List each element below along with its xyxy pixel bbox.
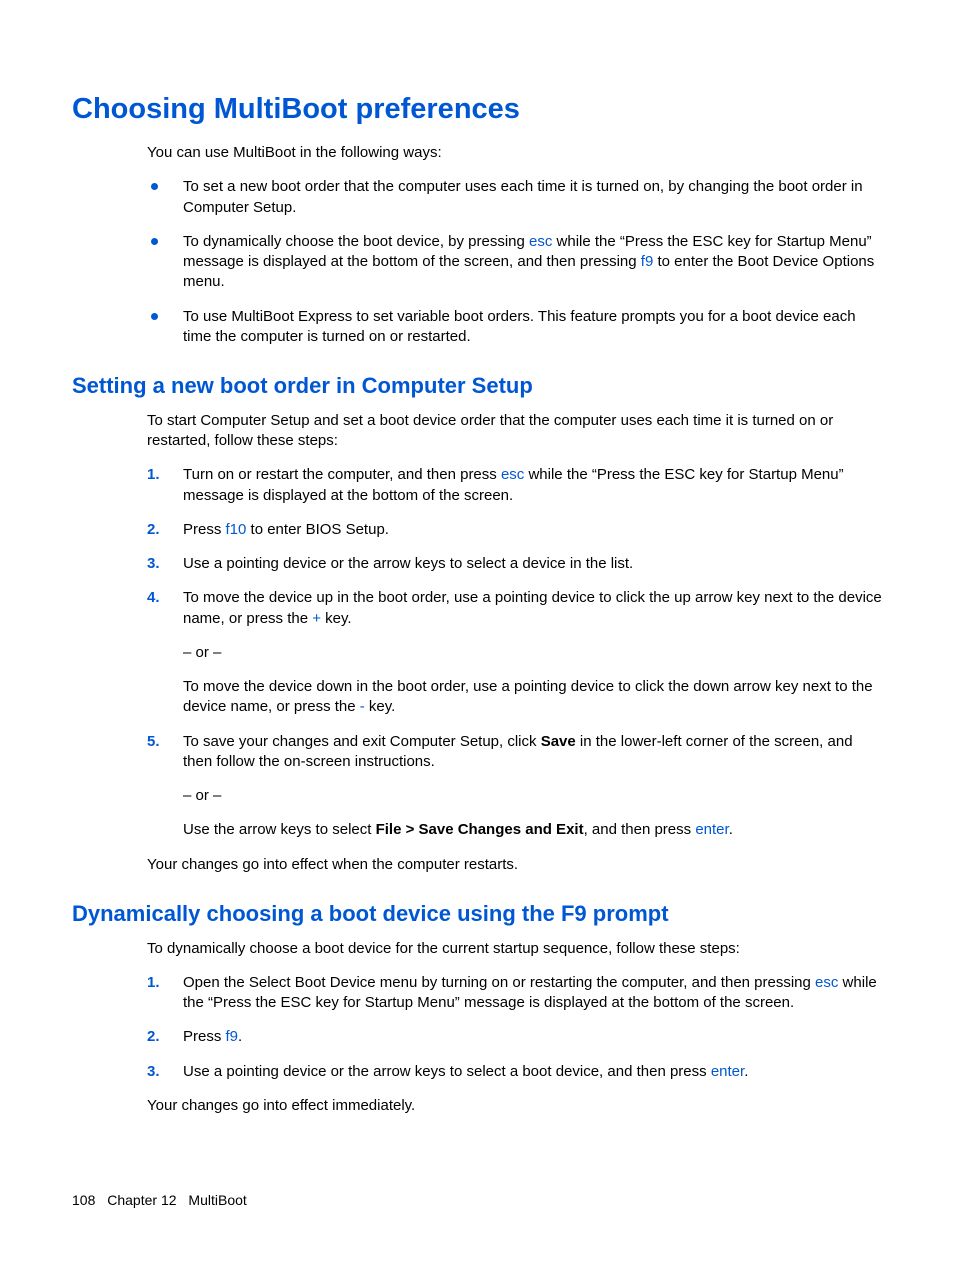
section-1-body: To start Computer Setup and set a boot d… bbox=[147, 411, 882, 875]
step-item: Use a pointing device or the arrow keys … bbox=[147, 554, 882, 574]
bullet-item: To dynamically choose the boot device, b… bbox=[147, 232, 882, 293]
step-text: To save your changes and exit Computer S… bbox=[183, 733, 541, 750]
step-text: . bbox=[744, 1063, 748, 1080]
key-esc: esc bbox=[529, 233, 552, 250]
bold-text: File > Save Changes and Exit bbox=[376, 821, 584, 838]
page-number: 108 bbox=[72, 1192, 95, 1208]
intro-text: You can use MultiBoot in the following w… bbox=[147, 143, 882, 163]
chapter-title: MultiBoot bbox=[188, 1192, 246, 1208]
key-f9: f9 bbox=[226, 1028, 239, 1045]
step-item: To move the device up in the boot order,… bbox=[147, 588, 882, 717]
heading-2: Dynamically choosing a boot device using… bbox=[72, 899, 882, 929]
step-item: Press f9. bbox=[147, 1027, 882, 1047]
step-text: Open the Select Boot Device menu by turn… bbox=[183, 974, 815, 991]
step-text: to enter BIOS Setup. bbox=[246, 521, 389, 538]
step-item: Use a pointing device or the arrow keys … bbox=[147, 1062, 882, 1082]
section-2-body: To dynamically choose a boot device for … bbox=[147, 939, 882, 1117]
section-2-intro: To dynamically choose a boot device for … bbox=[147, 939, 882, 959]
section-1-intro: To start Computer Setup and set a boot d… bbox=[147, 411, 882, 452]
key-esc: esc bbox=[501, 466, 524, 483]
section-2-outro: Your changes go into effect immediately. bbox=[147, 1096, 882, 1116]
bullet-item: To use MultiBoot Express to set variable… bbox=[147, 307, 882, 348]
step-item: To save your changes and exit Computer S… bbox=[147, 732, 882, 841]
key-f10: f10 bbox=[226, 521, 247, 538]
step-text: key. bbox=[321, 610, 352, 627]
section-2-steps: Open the Select Boot Device menu by turn… bbox=[147, 973, 882, 1082]
bold-text: Save bbox=[541, 733, 576, 750]
step-text: To move the device down in the boot orde… bbox=[183, 677, 882, 718]
step-text: Turn on or restart the computer, and the… bbox=[183, 466, 501, 483]
step-text: . bbox=[238, 1028, 242, 1045]
key-enter: enter bbox=[711, 1063, 744, 1080]
or-separator: – or – bbox=[183, 643, 882, 663]
bullet-text: To use MultiBoot Express to set variable… bbox=[183, 308, 856, 345]
key-esc: esc bbox=[815, 974, 838, 991]
step-item: Press f10 to enter BIOS Setup. bbox=[147, 520, 882, 540]
step-text: Use a pointing device or the arrow keys … bbox=[183, 555, 633, 572]
key-plus: + bbox=[312, 610, 321, 627]
key-enter: enter bbox=[695, 821, 728, 838]
key-f9: f9 bbox=[641, 253, 654, 270]
step-text: Press bbox=[183, 1028, 226, 1045]
heading-1: Choosing MultiBoot preferences bbox=[72, 90, 882, 129]
bullet-item: To set a new boot order that the compute… bbox=[147, 177, 882, 218]
step-text: To move the device down in the boot orde… bbox=[183, 678, 873, 715]
section-1-steps: Turn on or restart the computer, and the… bbox=[147, 465, 882, 840]
step-text: Use the arrow keys to select bbox=[183, 821, 376, 838]
step-text: Use a pointing device or the arrow keys … bbox=[183, 1063, 711, 1080]
section-1-outro: Your changes go into effect when the com… bbox=[147, 855, 882, 875]
step-text: . bbox=[729, 821, 733, 838]
step-text: Use the arrow keys to select File > Save… bbox=[183, 820, 882, 840]
step-text: key. bbox=[365, 698, 396, 715]
step-text: To move the device up in the boot order,… bbox=[183, 589, 882, 626]
step-item: Turn on or restart the computer, and the… bbox=[147, 465, 882, 506]
bullet-text: To set a new boot order that the compute… bbox=[183, 178, 863, 215]
bullet-text: To dynamically choose the boot device, b… bbox=[183, 233, 529, 250]
heading-2: Setting a new boot order in Computer Set… bbox=[72, 371, 882, 401]
intro-block: You can use MultiBoot in the following w… bbox=[147, 143, 882, 347]
step-text: , and then press bbox=[584, 821, 696, 838]
doc-page: Choosing MultiBoot preferences You can u… bbox=[0, 0, 954, 1270]
page-footer: 108 Chapter 12 MultiBoot bbox=[72, 1191, 247, 1210]
step-item: Open the Select Boot Device menu by turn… bbox=[147, 973, 882, 1014]
step-text: Press bbox=[183, 521, 226, 538]
intro-bullets: To set a new boot order that the compute… bbox=[147, 177, 882, 347]
or-separator: – or – bbox=[183, 786, 882, 806]
chapter-label: Chapter 12 bbox=[107, 1192, 176, 1208]
